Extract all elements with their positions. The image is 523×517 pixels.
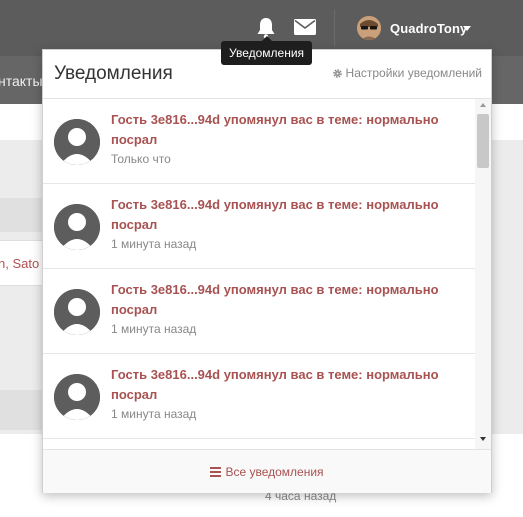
caret-down-icon[interactable] — [463, 26, 471, 31]
scroll-up-arrow-icon[interactable] — [480, 103, 486, 107]
notification-text[interactable]: Гость 3e816...94d упомянул вас в теме: н… — [111, 280, 461, 320]
notification-item[interactable]: Гость 3e816...94d упомянул вас в теме: н… — [43, 99, 475, 184]
scrollbar-thumb[interactable] — [477, 114, 489, 168]
notification-item[interactable]: Гость 3e816...94d упомянул вас в теме: н… — [43, 354, 475, 439]
notifications-tooltip: Уведомления — [221, 41, 313, 65]
scroll-down-arrow-icon[interactable] — [480, 437, 486, 441]
notifications-dropdown: Уведомления Настройки уведомлений Гость … — [42, 49, 492, 493]
background-card-text[interactable]: n, Sato — [0, 256, 39, 271]
gear-icon — [332, 68, 342, 78]
default-avatar-icon — [54, 289, 100, 335]
list-scrollbar[interactable] — [475, 99, 491, 449]
default-avatar-icon — [54, 204, 100, 250]
all-notifications-label: Все уведомления — [225, 464, 324, 479]
notification-settings-label: Настройки уведомлений — [345, 66, 482, 80]
username-label[interactable]: QuadroTony — [390, 21, 467, 36]
default-avatar-icon — [54, 119, 100, 165]
notification-text[interactable]: Гость 3e816...94d упомянул вас в теме: н… — [111, 110, 461, 150]
notification-settings-link[interactable]: Настройки уведомлений — [332, 66, 482, 80]
notification-time: 1 минута назад — [111, 407, 197, 421]
notification-time: Только что — [111, 152, 171, 166]
user-avatar[interactable] — [357, 16, 381, 40]
all-notifications-link[interactable]: Все уведомления — [43, 449, 491, 493]
notification-item[interactable]: Гость 3e816...94d упомянул вас в теме: н… — [43, 269, 475, 354]
notification-text[interactable]: Гость 3e816...94d упомянул вас в теме: н… — [111, 195, 461, 235]
nav-link-contacts[interactable]: нтакты — [0, 73, 43, 89]
default-avatar-icon — [54, 374, 100, 420]
notification-time: 1 минута назад — [111, 237, 197, 251]
nav-divider — [334, 10, 335, 46]
notifications-list: Гость 3e816...94d упомянул вас в теме: н… — [43, 99, 491, 449]
notification-time: 1 минута назад — [111, 322, 197, 336]
notification-text[interactable]: Гость 3e816...94d упомянул вас в теме: н… — [111, 365, 461, 405]
envelope-icon[interactable] — [294, 19, 316, 35]
notification-item[interactable]: Гость 3e816...94d упомянул вас в теме: н… — [43, 184, 475, 269]
dropdown-title: Уведомления — [54, 63, 173, 84]
background-panel-header — [0, 198, 44, 232]
background-panel-header — [0, 390, 44, 430]
list-icon — [210, 466, 222, 477]
